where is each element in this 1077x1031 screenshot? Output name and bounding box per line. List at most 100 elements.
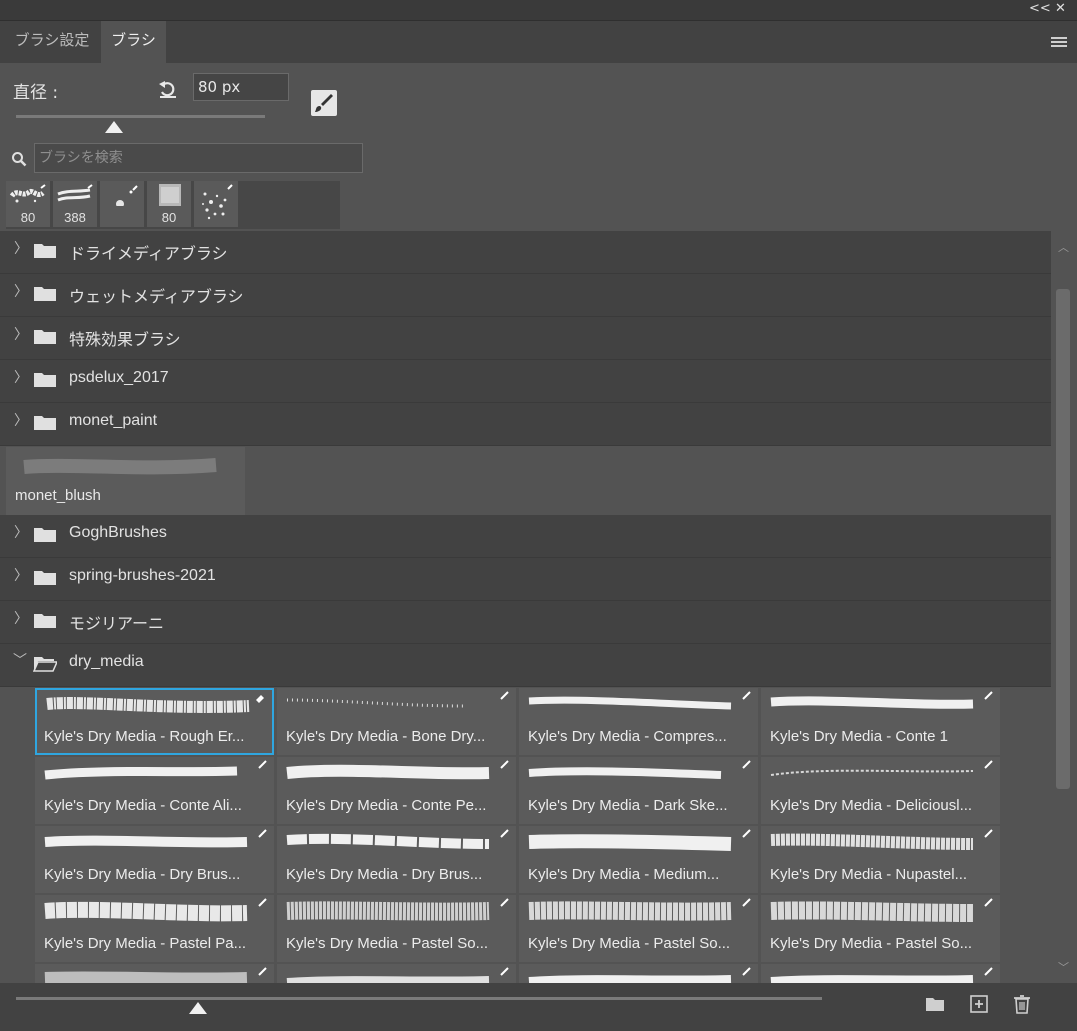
brush-tile[interactable]: Kyle's Dry Media - Conte Pe... <box>277 757 516 824</box>
brush-icon <box>500 691 509 700</box>
brush-icon <box>500 898 509 907</box>
chevron-right-icon[interactable]: 〉 <box>14 525 28 541</box>
brush-name: Kyle's Dry Media - Medium... <box>528 866 720 883</box>
diameter-input[interactable]: 80 px <box>193 73 289 101</box>
brush-preview <box>528 767 722 779</box>
brush-preview-scatter <box>202 184 233 220</box>
brush-group-row[interactable]: 〉 特殊効果ブラシ <box>0 317 1051 360</box>
folder-icon <box>34 287 56 301</box>
brush-group-name: GoghBrushes <box>69 524 167 541</box>
chevron-right-icon[interactable]: 〉 <box>14 327 28 343</box>
recent-brush[interactable]: 80 <box>147 181 191 227</box>
brush-tile[interactable] <box>761 964 1000 983</box>
brush-tile[interactable]: Kyle's Dry Media - Bone Dry... <box>277 688 516 755</box>
tab-brushes[interactable]: ブラシ <box>101 21 166 63</box>
reset-size-icon[interactable] <box>157 78 179 100</box>
brush-name: monet_blush <box>15 487 101 504</box>
brush-group-row[interactable]: 〉 ドライメディアブラシ <box>0 231 1051 274</box>
brush-icon <box>258 898 267 907</box>
diameter-slider-thumb[interactable] <box>105 121 123 133</box>
brush-tile[interactable]: monet_blush <box>6 447 245 515</box>
brush-tile[interactable]: Kyle's Dry Media - Nupastel... <box>761 826 1000 893</box>
brush-icon <box>258 829 267 838</box>
brush-preview <box>44 971 248 983</box>
brush-tile[interactable]: Kyle's Dry Media - Conte 1 <box>761 688 1000 755</box>
brush-group-row-expanded[interactable]: ﹀ dry_media <box>0 644 1051 687</box>
preview-size-slider-track[interactable] <box>16 997 822 1000</box>
collapse-panel-button[interactable]: << <box>1029 1 1051 16</box>
panel-footer <box>0 983 1077 1031</box>
brush-tile[interactable]: Kyle's Dry Media - Dry Brus... <box>277 826 516 893</box>
brush-icon <box>984 760 993 769</box>
chevron-right-icon[interactable]: 〉 <box>14 568 28 584</box>
brush-tile[interactable]: Kyle's Dry Media - Medium... <box>519 826 758 893</box>
brush-tile-selected[interactable]: Kyle's Dry Media - Rough Er... <box>35 688 274 755</box>
brush-name: Kyle's Dry Media - Rough Er... <box>44 728 245 745</box>
scroll-up-icon[interactable]: ︿ <box>1058 239 1069 255</box>
brush-preview <box>770 975 974 983</box>
brush-group-row[interactable]: 〉 ウェットメディアブラシ <box>0 274 1051 317</box>
scrollbar-thumb[interactable] <box>1056 289 1070 789</box>
brush-icon <box>258 760 267 769</box>
brush-preview-texture <box>159 184 181 206</box>
diameter-slider-track[interactable] <box>16 115 265 118</box>
recent-brush[interactable] <box>100 181 144 227</box>
brush-tile[interactable]: Kyle's Dry Media - Dark Ske... <box>519 757 758 824</box>
brush-group-row[interactable]: 〉 monet_paint <box>0 403 1051 446</box>
chevron-right-icon[interactable]: 〉 <box>14 284 28 300</box>
close-panel-button[interactable]: ✕ <box>1055 1 1066 16</box>
brush-group-row[interactable]: 〉 モジリアーニ <box>0 601 1051 644</box>
brush-tile[interactable]: Kyle's Dry Media - Conte Ali... <box>35 757 274 824</box>
folder-icon <box>34 244 56 258</box>
brush-preview <box>286 833 490 849</box>
folder-icon <box>34 571 56 585</box>
recent-brush[interactable]: 388 <box>53 181 97 227</box>
brush-name: Kyle's Dry Media - Dry Brus... <box>44 866 241 883</box>
brush-tile[interactable]: Kyle's Dry Media - Pastel Pa... <box>35 895 274 962</box>
brush-tile[interactable] <box>519 964 758 983</box>
tab-brush-settings[interactable]: ブラシ設定 <box>6 21 98 63</box>
brush-group-row[interactable]: 〉 spring-brushes-2021 <box>0 558 1051 601</box>
preview-size-slider-thumb[interactable] <box>189 1002 207 1014</box>
brush-tile[interactable] <box>35 964 274 983</box>
trash-icon[interactable] <box>1011 993 1033 1015</box>
ungrouped-brush-area: monet_blush <box>0 447 1051 515</box>
brush-search-input[interactable] <box>34 143 363 173</box>
brush-tile[interactable] <box>277 964 516 983</box>
chevron-right-icon[interactable]: 〉 <box>14 241 28 257</box>
folder-icon <box>34 528 56 542</box>
brush-tile[interactable]: Kyle's Dry Media - Pastel So... <box>277 895 516 962</box>
recent-brush[interactable]: 80 <box>6 181 50 227</box>
brush-tile[interactable]: Kyle's Dry Media - Compres... <box>519 688 758 755</box>
brush-preview <box>44 901 248 922</box>
brush-tile[interactable]: Kyle's Dry Media - Deliciousl... <box>761 757 1000 824</box>
brush-icon <box>258 967 267 976</box>
chevron-right-icon[interactable]: 〉 <box>14 611 28 627</box>
brush-group-row[interactable]: 〉 GoghBrushes <box>0 515 1051 558</box>
scroll-down-icon[interactable]: ﹀ <box>1058 959 1069 975</box>
folder-open-icon <box>33 657 57 672</box>
brush-preview <box>286 976 490 983</box>
brush-tile[interactable]: Kyle's Dry Media - Pastel So... <box>519 895 758 962</box>
chevron-right-icon[interactable]: 〉 <box>14 370 28 386</box>
chevron-down-icon[interactable]: ﹀ <box>13 653 27 669</box>
brush-tile[interactable]: Kyle's Dry Media - Pastel So... <box>761 895 1000 962</box>
panel-menu-icon[interactable] <box>1051 37 1067 49</box>
brush-preview-strokes <box>57 184 93 202</box>
brush-preview-compressed <box>528 696 732 710</box>
brush-tile[interactable]: Kyle's Dry Media - Dry Brus... <box>35 826 274 893</box>
panel-top-strip: << ✕ <box>0 0 1077 20</box>
brush-preview <box>528 901 732 921</box>
brush-group-name: monet_paint <box>69 412 158 429</box>
brush-group-row[interactable]: 〉 psdelux_2017 <box>0 360 1051 403</box>
recent-brush[interactable] <box>194 181 238 227</box>
chevron-right-icon[interactable]: 〉 <box>14 413 28 429</box>
vertical-scrollbar[interactable]: ︿ ﹀ <box>1051 231 1077 983</box>
brush-preview-rough-eraser <box>46 697 250 713</box>
new-group-folder-icon[interactable] <box>924 993 946 1015</box>
brush-settings-icon[interactable] <box>311 90 337 116</box>
new-brush-icon[interactable] <box>968 993 990 1015</box>
brush-list: 〉 ドライメディアブラシ 〉 ウェットメディアブラシ 〉 特殊効果ブラシ 〉 p… <box>0 231 1051 983</box>
brush-name: Kyle's Dry Media - Bone Dry... <box>286 728 486 745</box>
brush-icon <box>984 967 993 976</box>
